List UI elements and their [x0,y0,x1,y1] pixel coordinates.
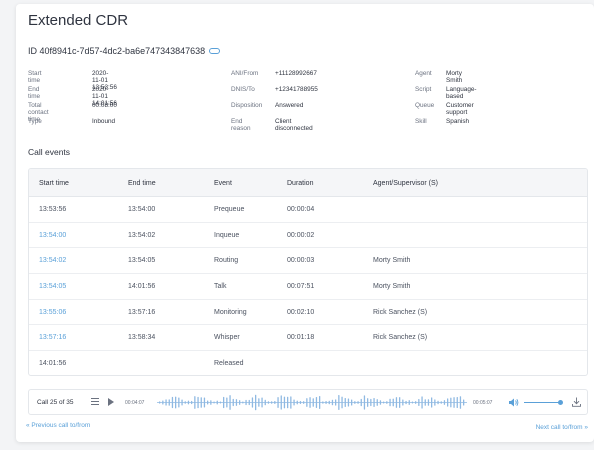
call-events-table: Start time End time Event Duration Agent… [28,168,588,376]
cell-event: Monitoring [214,308,247,316]
info-value: Inbound [92,118,116,125]
next-call-link[interactable]: Next call to/from » [536,424,588,431]
cell-event: Routing [214,257,239,265]
table-row: 14:01:56 Released [29,351,587,375]
table-row: 13:53:56 13:54:00 Prequeue 00:00:04 [29,197,587,223]
cell-event: Released [214,360,244,368]
cdr-id: ID 40f8941c-7d57-4dc2-ba6e747343847638 [28,46,221,56]
info-label: Skill [415,118,427,125]
cell-agent: Morty Smith [373,283,411,291]
header-event: Event [214,180,232,187]
audio-player: Call 25 of 35 00:04:07 00:05:07 [28,389,588,415]
table-row: 13:57:16 13:58:34 Whisper 00:01:18 Rick Sanc… [29,325,587,352]
info-label: DNIS/To [231,86,255,93]
link-icon[interactable] [209,48,221,54]
header-start-time: Start time [39,180,69,187]
volume-slider-handle[interactable] [558,400,563,405]
cell-duration: 00:00:03 [287,257,315,265]
extended-cdr-card: Extended CDR ID 40f8941c-7d57-4dc2-ba6e7… [16,4,594,442]
info-value: 00:08:00 [92,102,117,109]
info-label: Queue [415,102,435,109]
total-time: 00:05:07 [473,400,493,406]
call-events-title: Call events [28,147,71,157]
info-value: Language-based [446,86,477,100]
previous-call-link[interactable]: « Previous call to/from [26,422,90,429]
cell-duration: 00:01:18 [287,334,315,342]
info-label: End reason [231,118,251,132]
current-time: 00:04:07 [125,400,145,406]
cell-agent: Rick Sanchez (S) [373,334,428,342]
cell-start-time: 13:53:56 [39,206,67,213]
cell-end-time: 14:01:56 [128,283,156,291]
info-label: Agent [415,70,432,77]
volume-icon[interactable] [509,398,519,407]
cell-end-time: 13:58:34 [128,334,156,342]
info-value: +12341788955 [275,86,318,93]
info-label: Type [28,118,42,125]
cell-end-time: 13:54:05 [128,257,156,265]
list-icon[interactable] [91,398,99,405]
info-value: Answered [275,102,304,109]
info-value: +11128992667 [275,70,317,77]
table-row: 13:54:00 13:54:02 Inqueue 00:00:02 [29,223,587,249]
cell-agent: Morty Smith [373,257,411,265]
cell-duration: 00:00:04 [287,206,315,213]
info-value: Morty Smith [446,70,463,84]
cell-event: Inqueue [214,231,240,239]
cell-event: Whisper [214,334,240,342]
cell-duration: 00:00:02 [287,231,315,239]
info-label: Start time [28,70,42,84]
waveform[interactable] [157,394,467,411]
header-agent: Agent/Supervisor (S) [373,180,438,187]
table-body: 13:53:56 13:54:00 Prequeue 00:00:04 13:54:00… [29,197,587,375]
cell-start-time[interactable]: 13:54:00 [39,232,66,239]
cell-end-time: 13:57:16 [128,308,156,316]
header-end-time: End time [128,180,156,187]
info-value: Client disconnected [275,118,313,132]
info-label: End time [28,86,41,100]
table-row: 13:55:06 13:57:16 Monitoring 00:02:10 Rick S… [29,300,587,326]
cell-agent: Rick Sanchez (S) [373,308,428,316]
cell-start-time[interactable]: 13:57:16 [39,334,66,341]
play-icon[interactable] [108,398,114,406]
cell-end-time: 13:54:02 [128,231,156,239]
table-row: 13:54:02 13:54:05 Routing 00:00:03 Morty Smi… [29,248,587,275]
info-value: Customer support [446,102,474,116]
cell-start-time[interactable]: 13:55:06 [39,309,66,316]
header-duration: Duration [287,180,314,187]
volume-slider[interactable] [524,402,562,404]
cell-duration: 00:07:51 [287,283,315,291]
cell-event: Prequeue [214,206,245,213]
cell-start-time: 14:01:56 [39,360,67,368]
cell-end-time: 13:54:00 [128,206,156,213]
info-label: Script [415,86,432,93]
cell-start-time[interactable]: 13:54:02 [39,257,66,264]
table-row: 13:54:05 14:01:56 Talk 00:07:51 Morty Smith [29,274,587,300]
info-label: ANI/From [231,70,259,77]
cdr-id-text: ID 40f8941c-7d57-4dc2-ba6e747343847638 [28,46,206,56]
cell-event: Talk [214,283,227,291]
call-count: Call 25 of 35 [37,399,74,406]
table-header: Start time End time Event Duration Agent… [29,169,587,197]
cell-duration: 00:02:10 [287,308,315,316]
page-title: Extended CDR [28,12,129,29]
download-icon[interactable] [572,397,581,407]
cell-start-time[interactable]: 13:54:05 [39,283,66,290]
info-value: Spanish [446,118,470,125]
info-label: Disposition [231,102,263,109]
